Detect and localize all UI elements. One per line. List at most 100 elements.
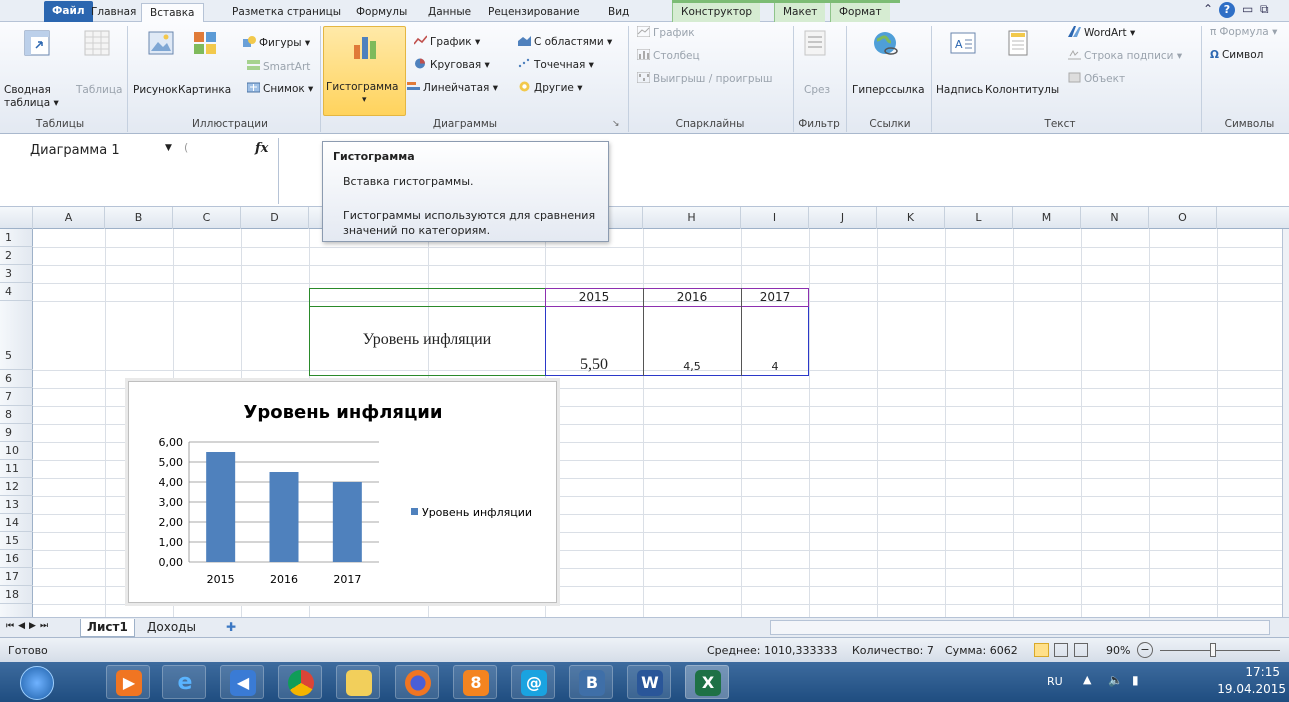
column-header-j[interactable]: J xyxy=(809,207,877,229)
screenshot-button[interactable]: Снимок ▾ xyxy=(247,82,313,95)
sparkline-winloss-button[interactable]: Выигрыш / проигрыш xyxy=(637,72,772,85)
page-break-view-icon[interactable] xyxy=(1074,643,1088,657)
inflation-chart[interactable]: Уровень инфляции 0,00 1,00 2,00 3,00 4,00 5,00… xyxy=(128,381,557,603)
column-header-m[interactable]: M xyxy=(1013,207,1081,229)
sparkline-column-button[interactable]: Столбец xyxy=(637,49,700,62)
column-header-c[interactable]: C xyxy=(173,207,241,229)
row-header-9[interactable]: 9 xyxy=(0,424,33,442)
row-header-18[interactable]: 18 xyxy=(0,586,33,604)
symbol-button[interactable]: Ω Символ xyxy=(1210,49,1263,61)
table-button[interactable]: Таблица xyxy=(76,84,122,96)
sheet-nav-icon[interactable]: ⏮◀▶⏭ xyxy=(6,621,52,631)
signature-line-button[interactable]: Строка подписи ▾ xyxy=(1068,49,1182,62)
hyperlink-button[interactable]: Гиперссылка xyxy=(852,84,925,96)
taskbar-app[interactable]: W xyxy=(627,665,671,699)
row-header-8[interactable]: 8 xyxy=(0,406,33,424)
tab-view[interactable]: Вид xyxy=(600,3,637,22)
year-cell[interactable]: 2016 xyxy=(643,290,741,304)
taskbar-app[interactable]: B xyxy=(569,665,613,699)
add-sheet-icon[interactable]: ✚ xyxy=(220,619,242,637)
column-chart-button[interactable]: Гистограмма ▾ xyxy=(323,26,406,116)
zoom-out-icon[interactable]: − xyxy=(1137,642,1153,658)
volume-icon[interactable]: 🔈 xyxy=(1108,673,1123,687)
shapes-button[interactable]: Фигуры ▾ xyxy=(243,36,310,49)
tab-data[interactable]: Данные xyxy=(420,3,479,22)
row-header-16[interactable]: 16 xyxy=(0,550,33,568)
taskbar-app[interactable]: e xyxy=(162,665,206,699)
clock-time[interactable]: 17:15 xyxy=(1200,665,1280,679)
insert-function-icon[interactable]: fx xyxy=(255,141,268,156)
taskbar-app[interactable] xyxy=(278,665,322,699)
minimize-icon[interactable]: ▭ xyxy=(1242,2,1253,16)
sheet-tab[interactable]: Доходы xyxy=(141,619,202,637)
value-cell[interactable]: 4,5 xyxy=(643,360,741,373)
year-cell[interactable]: 2015 xyxy=(545,290,643,304)
wordart-button[interactable]: WordArt ▾ xyxy=(1068,26,1135,39)
tab-layout[interactable]: Макет xyxy=(774,3,826,22)
collapse-ribbon-icon[interactable]: ⌃ xyxy=(1203,2,1213,16)
picture-button[interactable]: Рисунок xyxy=(133,84,178,96)
select-all-corner[interactable] xyxy=(0,207,33,229)
formula-resize-icon[interactable]: ( xyxy=(184,141,188,154)
column-header-k[interactable]: K xyxy=(877,207,945,229)
column-header-i[interactable]: I xyxy=(741,207,809,229)
name-box[interactable]: Диаграмма 1 xyxy=(30,143,180,160)
zoom-level[interactable]: 90% xyxy=(1106,644,1130,657)
start-button-icon[interactable] xyxy=(20,666,54,700)
slicer-button[interactable]: Срез xyxy=(804,84,830,96)
taskbar-app[interactable] xyxy=(395,665,439,699)
row-header-3[interactable]: 3 xyxy=(0,265,33,283)
smartart-button[interactable]: SmartArt xyxy=(247,60,310,73)
page-layout-view-icon[interactable] xyxy=(1054,643,1068,657)
row-header-5[interactable]: 5 xyxy=(0,301,33,370)
sheet-tab-active[interactable]: Лист1 xyxy=(80,619,135,637)
row-header-10[interactable]: 10 xyxy=(0,442,33,460)
line-chart-button[interactable]: График ▾ xyxy=(414,35,480,48)
taskbar-app-active[interactable]: X xyxy=(685,665,729,699)
tab-format[interactable]: Формат xyxy=(830,3,890,22)
textbox-button[interactable]: Надпись xyxy=(936,84,983,96)
clipart-button[interactable]: Картинка xyxy=(178,84,231,96)
tab-insert[interactable]: Вставка xyxy=(141,3,204,23)
help-icon[interactable]: ? xyxy=(1219,2,1235,18)
zoom-slider[interactable] xyxy=(1160,650,1280,651)
row-header-14[interactable]: 14 xyxy=(0,514,33,532)
row-header-2[interactable]: 2 xyxy=(0,247,33,265)
object-button[interactable]: Объект xyxy=(1068,72,1125,85)
taskbar-app[interactable]: @ xyxy=(511,665,555,699)
taskbar-app[interactable]: ▶ xyxy=(106,665,150,699)
dialog-launcher-icon[interactable]: ↘ xyxy=(612,119,620,129)
row-header-15[interactable]: 15 xyxy=(0,532,33,550)
column-header-h[interactable]: H xyxy=(643,207,741,229)
value-cell[interactable]: 5,50 xyxy=(545,356,643,374)
column-header-l[interactable]: L xyxy=(945,207,1013,229)
value-cell[interactable]: 4 xyxy=(741,360,809,373)
header-footer-button[interactable]: Колонтитулы xyxy=(985,84,1059,96)
column-header-n[interactable]: N xyxy=(1081,207,1149,229)
column-header-o[interactable]: O xyxy=(1149,207,1217,229)
clock-date[interactable]: 19.04.2015 xyxy=(1200,682,1286,696)
name-box-dropdown-icon[interactable]: ▼ xyxy=(165,143,172,153)
row-header-12[interactable]: 12 xyxy=(0,478,33,496)
horizontal-scrollbar[interactable] xyxy=(770,620,1270,635)
row-header-1[interactable]: 1 xyxy=(0,229,33,247)
column-header-b[interactable]: B xyxy=(105,207,173,229)
area-chart-button[interactable]: С областями ▾ xyxy=(518,35,612,48)
network-icon[interactable]: ▮ xyxy=(1132,673,1139,687)
taskbar-app[interactable]: ◀ xyxy=(220,665,264,699)
bar-chart-button[interactable]: Линейчатая ▾ xyxy=(407,81,498,94)
tab-page-layout[interactable]: Разметка страницы xyxy=(224,3,349,22)
pivot-table-dropdown[interactable]: таблица ▾ xyxy=(4,97,59,109)
row-header-13[interactable]: 13 xyxy=(0,496,33,514)
vertical-scrollbar[interactable] xyxy=(1282,229,1289,617)
zoom-slider-thumb[interactable] xyxy=(1210,643,1216,657)
tab-formulas[interactable]: Формулы xyxy=(348,3,415,22)
column-header-d[interactable]: D xyxy=(241,207,309,229)
column-header-a[interactable]: A xyxy=(33,207,105,229)
tab-review[interactable]: Рецензирование xyxy=(480,3,588,22)
year-cell[interactable]: 2017 xyxy=(741,290,809,304)
equation-button[interactable]: π Формула ▾ xyxy=(1210,26,1277,38)
row-header-11[interactable]: 11 xyxy=(0,460,33,478)
inflation-label-cell[interactable]: Уровень инфляции xyxy=(309,331,545,349)
row-header-4[interactable]: 4 xyxy=(0,283,33,301)
